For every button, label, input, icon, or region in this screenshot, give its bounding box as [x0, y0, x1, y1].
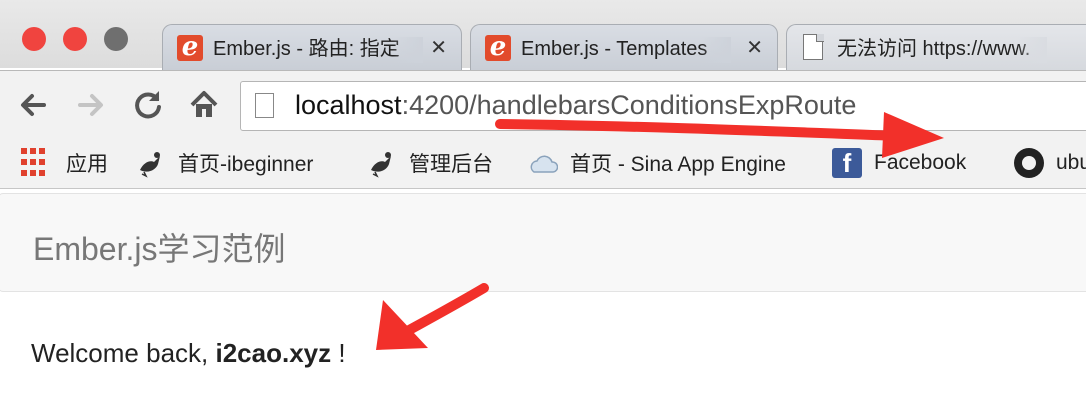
tab-title: Ember.js - Templates: [521, 37, 731, 63]
bookmark-apps[interactable]: 应用: [18, 146, 108, 180]
page-icon: [255, 93, 274, 118]
bookmark-label: Facebook: [874, 151, 967, 174]
window-minimize-button[interactable]: [63, 27, 87, 51]
bookmark-label: 首页-ibeginner: [178, 153, 314, 176]
title-bar: e Ember.js - 路由: 指定 ✕ e Ember.js - Templ…: [0, 0, 1086, 70]
tab-close-icon[interactable]: ✕: [430, 37, 447, 59]
page-navbar: Ember.js学习范例: [0, 193, 1086, 292]
tab-title: 无法访问 https://www.: [837, 37, 1047, 63]
back-arrow-icon[interactable]: [14, 85, 54, 125]
username: i2cao.xyz: [215, 338, 332, 368]
bird-icon: [136, 148, 166, 178]
ember-icon: e: [485, 34, 511, 61]
bookmark-sina-app-engine[interactable]: 首页 - Sina App Engine: [528, 146, 802, 180]
forward-arrow-icon[interactable]: [70, 85, 110, 125]
bookmark-admin[interactable]: 管理后台: [367, 146, 493, 180]
bookmarks-bar: 应用 首页-ibeginner 管理后台 首页 - Sina App Engin…: [0, 138, 1086, 189]
address-bar[interactable]: localhost:4200/handlebarsConditionsExpRo…: [240, 81, 1086, 131]
browser-tab[interactable]: 无法访问 https://www.: [786, 24, 1086, 70]
window-close-button[interactable]: [22, 27, 46, 51]
bookmark-facebook[interactable]: f Facebook: [832, 146, 966, 180]
window-zoom-button[interactable]: [104, 27, 128, 51]
reload-icon[interactable]: [128, 85, 168, 125]
bookmark-label: ubuntu: [1056, 151, 1086, 174]
browser-tab[interactable]: e Ember.js - 路由: 指定 ✕: [162, 24, 462, 70]
bookmark-label: 应用: [66, 153, 108, 176]
apps-grid-icon: [18, 145, 54, 181]
ember-icon: e: [177, 34, 203, 61]
bookmark-label: 首页 - Sina App Engine: [570, 153, 786, 176]
tab-close-icon[interactable]: ✕: [746, 37, 763, 59]
github-icon: [1014, 148, 1044, 178]
navbar-brand[interactable]: Ember.js学习范例: [33, 224, 286, 270]
bookmark-ibeginner[interactable]: 首页-ibeginner: [136, 146, 313, 180]
browser-tab[interactable]: e Ember.js - Templates ✕: [470, 24, 778, 70]
welcome-message: Welcome back, i2cao.xyz !: [31, 338, 346, 368]
cloud-icon: [528, 148, 559, 178]
facebook-icon: f: [832, 148, 862, 178]
bookmark-label: 管理后台: [409, 153, 493, 176]
bird-icon: [367, 148, 397, 178]
bookmark-ubuntu[interactable]: ubuntu: [1014, 146, 1086, 180]
tab-title: Ember.js - 路由: 指定: [213, 37, 423, 63]
home-icon[interactable]: [184, 85, 224, 125]
url-text[interactable]: localhost:4200/handlebarsConditionsExpRo…: [295, 90, 856, 120]
browser-toolbar: localhost:4200/handlebarsConditionsExpRo…: [0, 70, 1086, 139]
document-icon: [803, 33, 824, 60]
annotation-arrow-welcome: [376, 283, 489, 350]
